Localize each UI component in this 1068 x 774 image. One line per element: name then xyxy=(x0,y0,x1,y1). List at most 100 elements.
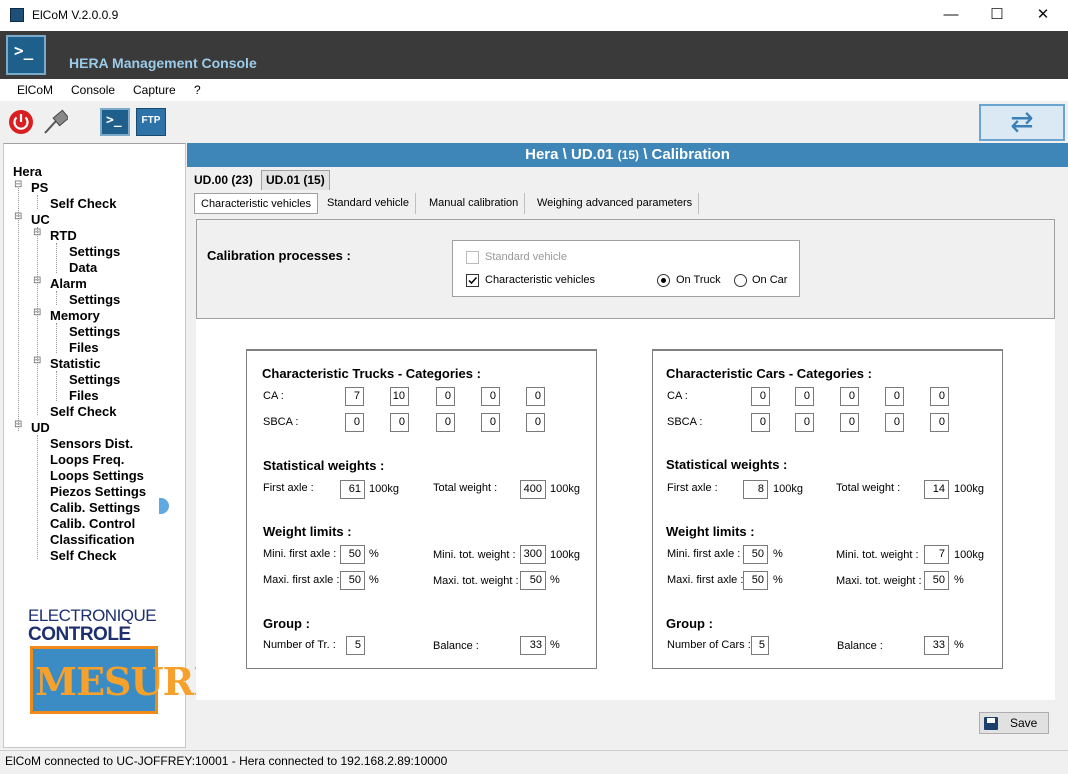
trucks-balance-label: Balance : xyxy=(433,640,479,652)
trucks-number-input[interactable]: 5 xyxy=(346,636,365,655)
tree-alarm[interactable]: Alarm xyxy=(50,276,87,291)
save-button[interactable]: Save xyxy=(979,712,1049,734)
tab-standard-vehicle[interactable]: Standard vehicle xyxy=(321,193,416,214)
floppy-disk-icon xyxy=(984,717,998,730)
tree-piezos-settings[interactable]: Piezos Settings xyxy=(50,484,146,499)
cars-ca-4[interactable]: 0 xyxy=(885,387,904,406)
trucks-total-weight-unit: 100kg xyxy=(550,483,580,495)
tree-hera[interactable]: Hera xyxy=(13,164,42,179)
tree-loops-settings[interactable]: Loops Settings xyxy=(50,468,144,483)
tree-ud-selfcheck[interactable]: Self Check xyxy=(50,548,116,563)
tree-statistic-files[interactable]: Files xyxy=(69,388,99,403)
menu-help[interactable]: ? xyxy=(194,83,201,97)
tree-uc[interactable]: UC xyxy=(31,212,50,227)
tree-classification[interactable]: Classification xyxy=(50,532,135,547)
tree-collapse-icon[interactable]: ⊟ xyxy=(33,227,41,238)
cars-ca-2[interactable]: 0 xyxy=(795,387,814,406)
tree-calib-settings[interactable]: Calib. Settings xyxy=(50,500,140,515)
cars-number-input[interactable]: 5 xyxy=(751,636,769,655)
refresh-button[interactable]: ⇄ xyxy=(979,104,1065,141)
tab-manual-calibration[interactable]: Manual calibration xyxy=(423,193,526,214)
cars-balance-input[interactable]: 33 xyxy=(924,636,949,655)
cars-mini-first-label: Mini. first axle : xyxy=(667,548,741,560)
tree-memory-files[interactable]: Files xyxy=(69,340,99,355)
tree-ps-selfcheck[interactable]: Self Check xyxy=(50,196,116,211)
trucks-sbca-4[interactable]: 0 xyxy=(481,413,500,432)
cars-sbca-label: SBCA : xyxy=(667,416,703,428)
tree-memory-settings[interactable]: Settings xyxy=(69,324,120,339)
cars-sbca-4[interactable]: 0 xyxy=(885,413,904,432)
tab-weighing-advanced[interactable]: Weighing advanced parameters xyxy=(531,193,700,214)
trucks-mini-first-input[interactable]: 50 xyxy=(340,545,365,564)
trucks-first-axle-input[interactable]: 61 xyxy=(340,480,365,499)
trucks-ca-5[interactable]: 0 xyxy=(526,387,545,406)
cars-mini-first-input[interactable]: 50 xyxy=(743,545,768,564)
trucks-sbca-3[interactable]: 0 xyxy=(436,413,455,432)
on-car-radio[interactable] xyxy=(734,274,747,287)
trucks-ca-1[interactable]: 7 xyxy=(345,387,364,406)
tree-rtd-settings[interactable]: Settings xyxy=(69,244,120,259)
characteristic-vehicles-checkbox[interactable] xyxy=(466,274,479,287)
trucks-sbca-1[interactable]: 0 xyxy=(345,413,364,432)
tree-collapse-icon[interactable]: ⊟ xyxy=(33,355,41,366)
menu-capture[interactable]: Capture xyxy=(133,83,176,97)
trucks-balance-input[interactable]: 33 xyxy=(520,636,546,655)
tree-collapse-icon[interactable]: ⊟ xyxy=(14,179,22,190)
cars-mini-tot-input[interactable]: 7 xyxy=(924,545,949,564)
ftp-button[interactable]: FTP xyxy=(136,108,166,136)
close-button[interactable]: ✕ xyxy=(1020,0,1066,31)
cars-maxi-first-input[interactable]: 50 xyxy=(743,571,768,590)
cars-sbca-5[interactable]: 0 xyxy=(930,413,949,432)
trucks-ca-4[interactable]: 0 xyxy=(481,387,500,406)
tree-ps[interactable]: PS xyxy=(31,180,48,195)
trucks-total-weight-input[interactable]: 400 xyxy=(520,480,546,499)
tree-collapse-icon[interactable]: ⊟ xyxy=(14,419,22,430)
tree-calib-control[interactable]: Calib. Control xyxy=(50,516,135,531)
tree-statistic[interactable]: Statistic xyxy=(50,356,101,371)
tree-ud[interactable]: UD xyxy=(31,420,50,435)
trucks-ca-3[interactable]: 0 xyxy=(436,387,455,406)
tree-rtd[interactable]: RTD xyxy=(50,228,77,243)
plug-icon[interactable] xyxy=(42,109,68,135)
tree-memory[interactable]: Memory xyxy=(50,308,100,323)
tree-alarm-settings[interactable]: Settings xyxy=(69,292,120,307)
cars-sbca-3[interactable]: 0 xyxy=(840,413,859,432)
tree-collapse-icon[interactable]: ⊟ xyxy=(33,275,41,286)
tree-rtd-data[interactable]: Data xyxy=(69,260,97,275)
cars-maxi-tot-input[interactable]: 50 xyxy=(924,571,949,590)
minimize-button[interactable]: — xyxy=(928,0,974,31)
menu-console[interactable]: Console xyxy=(71,83,115,97)
tree-loops-freq[interactable]: Loops Freq. xyxy=(50,452,124,467)
trucks-mini-first-unit: % xyxy=(369,548,379,560)
menu-elcom[interactable]: ElCoM xyxy=(17,83,53,97)
cars-ca-1[interactable]: 0 xyxy=(751,387,770,406)
tree-uc-selfcheck[interactable]: Self Check xyxy=(50,404,116,419)
trucks-ca-2[interactable]: 10 xyxy=(390,387,409,406)
cars-sbca-2[interactable]: 0 xyxy=(795,413,814,432)
trucks-sbca-5[interactable]: 0 xyxy=(526,413,545,432)
trucks-total-weight-label: Total weight : xyxy=(433,482,498,494)
tab-ud01[interactable]: UD.01 (15) xyxy=(261,170,330,190)
trucks-mini-tot-input[interactable]: 300 xyxy=(520,545,546,564)
console-button[interactable]: >_ xyxy=(100,108,130,136)
cars-ca-3[interactable]: 0 xyxy=(840,387,859,406)
tree-sensors-dist[interactable]: Sensors Dist. xyxy=(50,436,133,451)
cars-first-axle-input[interactable]: 8 xyxy=(743,480,768,499)
standard-vehicle-checkbox[interactable] xyxy=(466,251,479,264)
maximize-button[interactable]: ☐ xyxy=(974,0,1020,31)
tree-collapse-icon[interactable]: ⊟ xyxy=(14,211,22,222)
trucks-sbca-2[interactable]: 0 xyxy=(390,413,409,432)
trucks-maxi-tot-input[interactable]: 50 xyxy=(520,571,546,590)
header-section: \ Calibration xyxy=(643,146,730,163)
cars-sbca-1[interactable]: 0 xyxy=(751,413,770,432)
cars-total-weight-input[interactable]: 14 xyxy=(924,480,949,499)
tab-ud00[interactable]: UD.00 (23) xyxy=(189,170,258,190)
cars-ca-5[interactable]: 0 xyxy=(930,387,949,406)
tree-statistic-settings[interactable]: Settings xyxy=(69,372,120,387)
app-banner: >_ HERA Management Console xyxy=(0,31,1068,79)
on-truck-radio[interactable] xyxy=(657,274,670,287)
trucks-maxi-first-input[interactable]: 50 xyxy=(340,571,365,590)
tree-collapse-icon[interactable]: ⊟ xyxy=(33,307,41,318)
power-icon[interactable] xyxy=(8,109,34,135)
tab-characteristic-vehicles[interactable]: Characteristic vehicles xyxy=(194,193,319,214)
